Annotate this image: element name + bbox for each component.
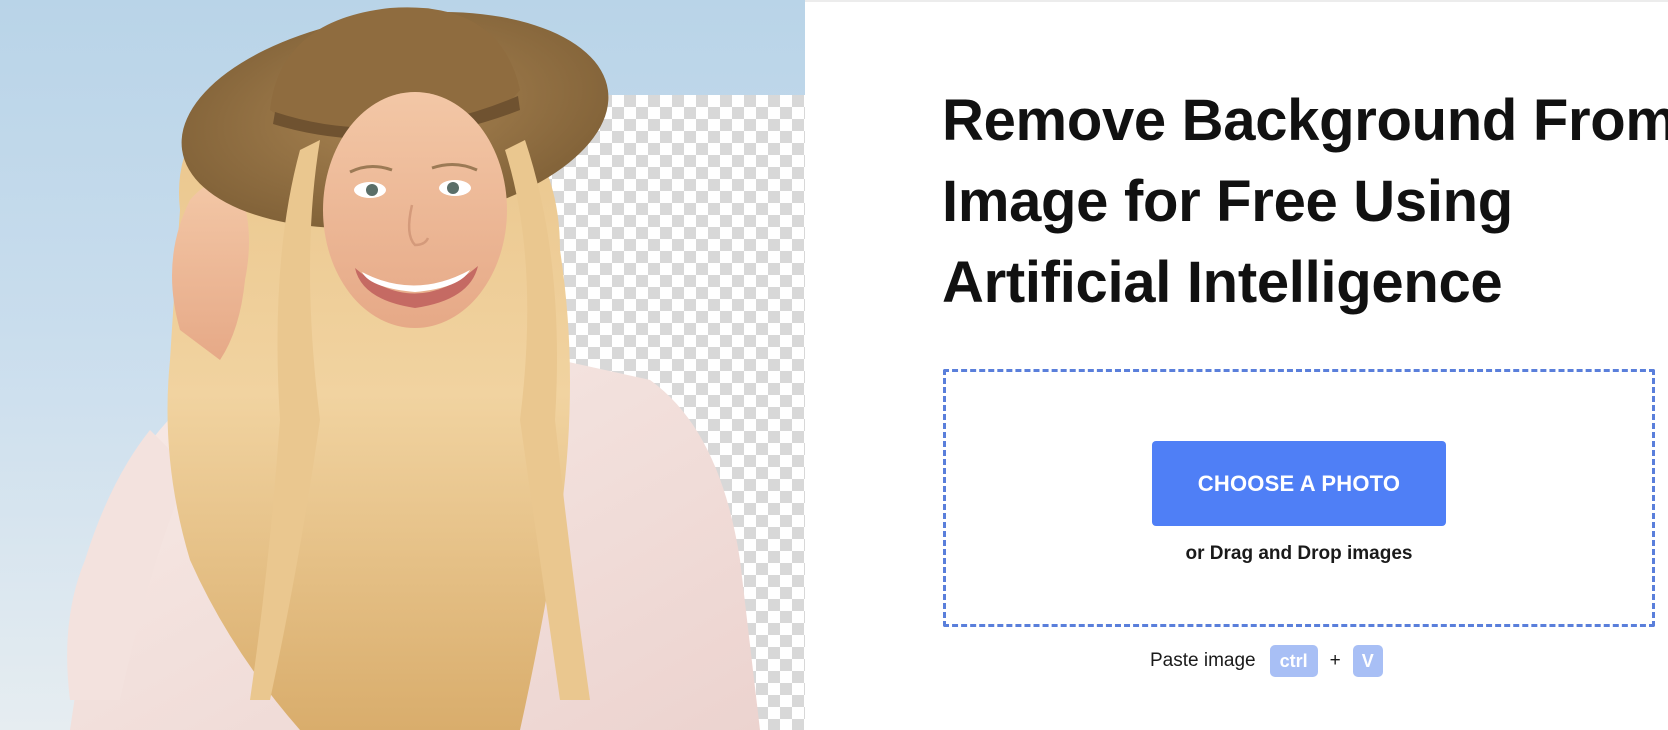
paste-hint: Paste image ctrl + V: [1150, 644, 1383, 678]
hero-image: [0, 0, 805, 730]
woman-illustration: [67, 7, 760, 730]
ctrl-key-badge: ctrl: [1269, 645, 1318, 677]
title-line-3: Artificial Intelligence: [942, 250, 1503, 315]
drag-drop-hint: or Drag and Drop images: [1185, 543, 1413, 564]
title-line-2: Image for Free Using: [942, 169, 1513, 234]
title-line-1: Remove Background From: [942, 88, 1668, 153]
v-key-badge: V: [1352, 645, 1383, 677]
page-title: Remove Background From Image for Free Us…: [942, 80, 1668, 323]
plus-sign: +: [1329, 650, 1341, 671]
choose-photo-button[interactable]: CHOOSE A PHOTO: [1152, 441, 1446, 526]
paste-label: Paste image: [1150, 650, 1256, 671]
